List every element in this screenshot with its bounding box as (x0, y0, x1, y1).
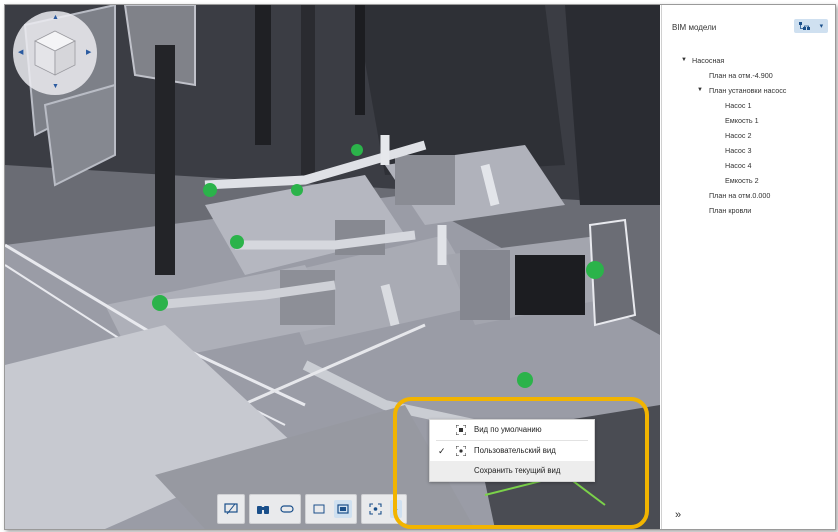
tree-item-label: Насос 4 (725, 161, 752, 170)
model-view-icon (337, 504, 349, 514)
nav-down-icon[interactable]: ▼ (52, 83, 59, 90)
tree-item-label: Насос 3 (725, 146, 752, 155)
toolbar-group-section (217, 494, 245, 524)
expand-arrow-icon[interactable]: ▼ (697, 83, 703, 98)
expand-arrow-icon[interactable]: ▼ (681, 53, 687, 68)
tree-item-label: План на отм.-4.900 (709, 71, 773, 80)
toolbar-group-views (305, 494, 357, 524)
app-window: ▲ ▼ ◀ ▶ ⌄ Вид по умолчанию ✓ Пользовател… (4, 4, 836, 530)
bim-models-panel: BIM модели ▾ ▼ Насосная План на отм.-4.9… (661, 5, 835, 529)
binoculars-button[interactable] (254, 500, 272, 518)
tree-item[interactable]: Емкость 2 (662, 173, 835, 188)
plan-view-icon (313, 504, 325, 514)
tree-item-root[interactable]: ▼ Насосная (662, 53, 835, 68)
section-box-icon (224, 503, 238, 515)
custom-view-icon (368, 503, 382, 515)
cube-icon[interactable] (33, 29, 77, 77)
tree-item[interactable]: Насос 3 (662, 143, 835, 158)
tree-item-group[interactable]: ▼ План установки насосс (662, 83, 835, 98)
nav-left-icon[interactable]: ◀ (18, 48, 23, 56)
annotation-highlight (393, 397, 649, 529)
tree-item-label: План кровли (709, 206, 752, 215)
section-box-button[interactable] (222, 500, 240, 518)
view-cube[interactable]: ▲ ▼ ◀ ▶ (13, 11, 97, 95)
nav-right-icon[interactable]: ▶ (86, 48, 91, 56)
view-2d-button[interactable] (310, 500, 328, 518)
tree-item[interactable]: План на отм.0.000 (662, 188, 835, 203)
view-3d-button[interactable] (334, 500, 352, 518)
tree-item-label: План установки насосс (709, 86, 787, 95)
tree-item-label: План на отм.0.000 (709, 191, 771, 200)
hierarchy-icon (798, 22, 810, 30)
gamepad-icon (280, 505, 294, 513)
tree-item-label: Насос 2 (725, 131, 752, 140)
tree-item[interactable]: Насос 2 (662, 128, 835, 143)
toolbar-group-navigation (249, 494, 301, 524)
tree-item[interactable]: Емкость 1 (662, 113, 835, 128)
chevron-down-icon: ▾ (819, 23, 824, 30)
panel-title: BIM модели (672, 23, 717, 32)
3d-viewport[interactable]: ▲ ▼ ◀ ▶ ⌄ Вид по умолчанию ✓ Пользовател… (5, 5, 660, 529)
binoculars-icon (257, 506, 269, 514)
model-filter-button[interactable]: ▾ (794, 19, 828, 33)
tree-item-label: Насосная (692, 56, 725, 65)
collapse-panel-icon[interactable]: » (675, 509, 681, 521)
gamepad-button[interactable] (278, 500, 296, 518)
nav-up-icon[interactable]: ▲ (52, 14, 59, 21)
tree-item-label: Емкость 2 (725, 176, 759, 185)
tree-item-label: Емкость 1 (725, 116, 759, 125)
model-tree: ▼ Насосная План на отм.-4.900 ▼ План уст… (662, 53, 835, 218)
tree-item[interactable]: План кровли (662, 203, 835, 218)
tree-item-label: Насос 1 (725, 101, 752, 110)
viewer-toolbar: ⌄ (217, 494, 407, 524)
custom-view-button[interactable] (366, 500, 384, 518)
tree-item[interactable]: Насос 4 (662, 158, 835, 173)
tree-item[interactable]: План на отм.-4.900 (662, 68, 835, 83)
tree-item[interactable]: Насос 1 (662, 98, 835, 113)
